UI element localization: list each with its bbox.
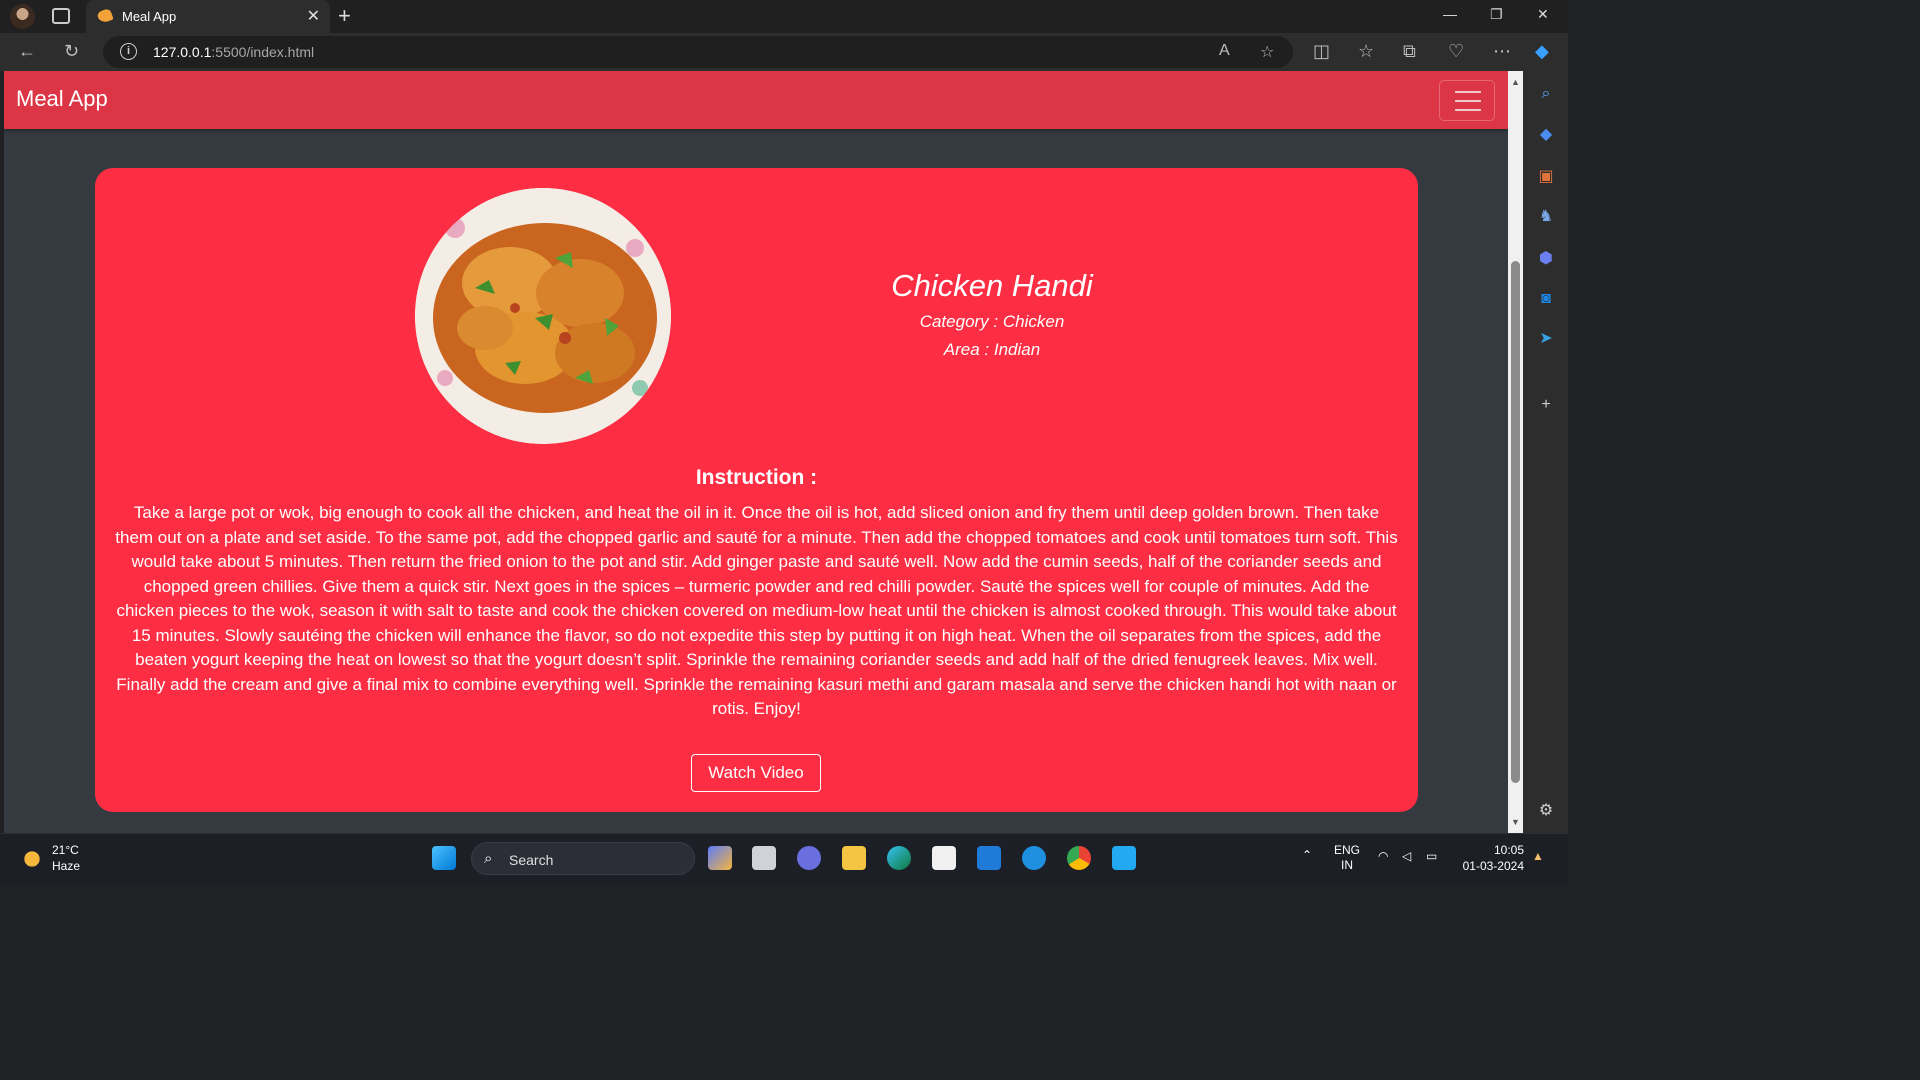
notification-bell-icon[interactable]: ▲: [1532, 849, 1544, 863]
volume-icon[interactable]: ◁: [1402, 849, 1411, 863]
page-scrollbar[interactable]: ▲ ▼: [1508, 71, 1523, 833]
refresh-icon[interactable]: ↻: [64, 41, 79, 62]
language-region: IN: [1341, 858, 1353, 872]
profile-avatar[interactable]: [10, 4, 35, 29]
clock-date: 01-03-2024: [1462, 859, 1524, 873]
scroll-down-icon[interactable]: ▼: [1511, 817, 1520, 827]
hamburger-line: [1455, 109, 1481, 111]
edge-browser-icon[interactable]: [887, 846, 911, 870]
favorites-icon[interactable]: ☆: [1358, 41, 1374, 62]
edge-sidebar: ⌕ ◆ ▣ ♞ ⬢ ◙ ➤ + ⚙: [1523, 71, 1568, 833]
back-icon[interactable]: ←: [18, 41, 36, 62]
language-code: ENG: [1334, 843, 1361, 857]
watch-video-button[interactable]: Watch Video: [691, 754, 821, 792]
shopping-tag-icon[interactable]: ◆: [1536, 125, 1556, 145]
taskbar-search[interactable]: ⌕ Search: [471, 842, 695, 875]
url-path: :5500/index.html: [211, 44, 315, 60]
favorite-star-icon[interactable]: ☆: [1260, 42, 1274, 62]
window-close-icon[interactable]: ✕: [1537, 6, 1549, 23]
browser-tab[interactable]: Meal App ✕: [86, 0, 330, 33]
hamburger-line: [1455, 91, 1481, 93]
windows-taskbar: 21°C Haze ⌕ Search ⌃ ENG IN ◠ ◁ ▭ 10:05 …: [0, 833, 1568, 882]
meal-image: [415, 188, 671, 444]
weather-description[interactable]: Haze: [52, 859, 80, 873]
get-help-icon[interactable]: [1022, 846, 1046, 870]
tab-title: Meal App: [122, 9, 177, 24]
meal-area: Area : Indian: [943, 340, 1041, 359]
address-bar[interactable]: i 127.0.0.1:5500/index.html A ☆: [103, 36, 1293, 68]
games-icon[interactable]: ♞: [1536, 207, 1556, 227]
web-page: Meal App Chicken Handi Category: Chicke…: [4, 71, 1508, 833]
app-brand[interactable]: Meal App: [16, 86, 108, 112]
instruction-heading: Instruction :: [695, 466, 818, 489]
microsoft-store-icon[interactable]: [932, 846, 956, 870]
copilot-pre-icon[interactable]: [708, 846, 732, 870]
browser-titlebar: Meal App ✕ + — ❐ ✕: [0, 0, 1568, 33]
weather-temperature[interactable]: 21°C: [52, 843, 79, 857]
url-host: 127.0.0.1: [153, 44, 212, 60]
taskbar-search-label: Search: [509, 852, 554, 868]
collections-icon[interactable]: ⧉: [1403, 41, 1416, 62]
new-tab-icon[interactable]: +: [338, 3, 351, 29]
wifi-icon[interactable]: ◠: [1378, 849, 1388, 863]
vscode-icon[interactable]: [1112, 846, 1136, 870]
copilot-icon[interactable]: ◆: [1535, 41, 1549, 62]
browser-toolbar: ← ↻ i 127.0.0.1:5500/index.html A ☆ ◫ ☆ …: [0, 33, 1568, 71]
health-icon[interactable]: ♡: [1448, 41, 1464, 62]
task-view-icon[interactable]: [752, 846, 776, 870]
outlook-icon[interactable]: ◙: [1536, 289, 1556, 309]
split-screen-icon[interactable]: ◫: [1313, 41, 1330, 62]
tab-favicon-icon: [96, 7, 114, 25]
add-sidebar-app-icon[interactable]: +: [1536, 395, 1556, 415]
teams-chat-icon[interactable]: [797, 846, 821, 870]
tab-actions-icon[interactable]: [52, 8, 70, 24]
chrome-icon[interactable]: [1067, 846, 1091, 870]
read-aloud-icon[interactable]: A: [1219, 42, 1230, 60]
myhp-icon[interactable]: [977, 846, 1001, 870]
drop-send-icon[interactable]: ➤: [1536, 329, 1556, 349]
sidebar-settings-icon[interactable]: ⚙: [1536, 801, 1556, 821]
app-navbar: Meal App: [4, 71, 1508, 129]
meal-card: Chicken Handi Category : Chicken Area : …: [95, 168, 1418, 812]
menu-toggle-button[interactable]: [1439, 80, 1495, 121]
tray-overflow-chevron-icon[interactable]: ⌃: [1302, 848, 1312, 862]
meal-category: Category : Chicken: [919, 312, 1065, 331]
scroll-thumb[interactable]: [1511, 261, 1520, 783]
file-explorer-icon[interactable]: [842, 846, 866, 870]
instruction-text: Take a large pot or wok, big enough to c…: [115, 503, 1398, 718]
scroll-up-icon[interactable]: ▲: [1511, 77, 1520, 87]
more-icon[interactable]: ⋯: [1493, 41, 1511, 62]
meal-name: Chicken Handi: [891, 268, 1093, 303]
taskbar-clock[interactable]: 10:05 01-03-2024: [1458, 842, 1524, 874]
language-indicator[interactable]: ENG IN: [1334, 843, 1360, 873]
tab-close-icon[interactable]: ✕: [307, 6, 320, 26]
tools-briefcase-icon[interactable]: ▣: [1536, 167, 1556, 187]
clock-time: 10:05: [1493, 843, 1524, 857]
battery-icon[interactable]: ▭: [1426, 849, 1437, 863]
start-windows-icon[interactable]: [432, 846, 456, 870]
url-text[interactable]: 127.0.0.1:5500/index.html: [153, 44, 314, 60]
weather-haze-icon[interactable]: [20, 847, 44, 867]
hamburger-line: [1455, 100, 1481, 102]
search-magnifier-icon: ⌕: [484, 850, 493, 867]
site-info-icon[interactable]: i: [120, 43, 137, 60]
microsoft-365-icon[interactable]: ⬢: [1536, 249, 1556, 269]
minimize-icon[interactable]: —: [1443, 6, 1457, 22]
restore-icon[interactable]: ❐: [1490, 6, 1503, 23]
search-icon[interactable]: ⌕: [1536, 84, 1556, 104]
